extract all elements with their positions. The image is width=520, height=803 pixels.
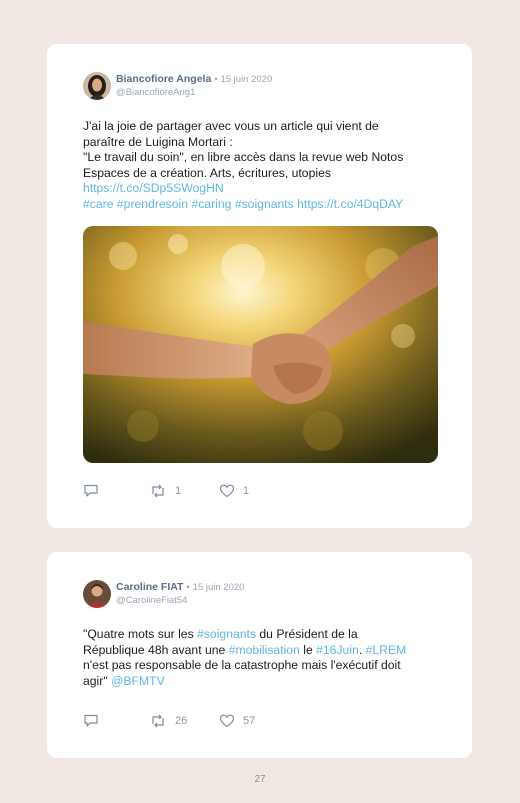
- reply-icon: [83, 714, 99, 728]
- hashtag-link[interactable]: #mobilisation: [229, 643, 300, 657]
- like-count: 1: [243, 485, 250, 497]
- retweet-button[interactable]: 26: [149, 714, 187, 728]
- separator: •: [186, 582, 190, 593]
- reply-button[interactable]: [83, 714, 99, 728]
- hashtag-link[interactable]: #soignants: [235, 197, 294, 211]
- page-number: 27: [254, 774, 266, 785]
- like-button[interactable]: 1: [219, 484, 249, 498]
- author-handle[interactable]: @CarolineFiat54: [116, 595, 187, 606]
- retweet-icon: [149, 714, 167, 728]
- article-link[interactable]: https://t.co/SDp5SWogHN: [83, 181, 224, 195]
- tweet-text: "Quatre mots sur les #soignants du Prési…: [83, 627, 443, 689]
- hashtag-link[interactable]: #16Juin: [316, 643, 359, 657]
- tweet-card[interactable]: Biancofiore Angela • 15 juin 2020 @Bianc…: [47, 44, 472, 528]
- author-name[interactable]: Caroline FIAT: [116, 581, 183, 593]
- like-button[interactable]: 57: [219, 714, 255, 728]
- tweet-text-segment: République 48h avant une: [83, 642, 229, 657]
- tweet-line: J'ai la joie de partager avec vous un ar…: [83, 119, 379, 133]
- tweet-photo[interactable]: [83, 226, 438, 463]
- tweet-text: J'ai la joie de partager avec vous un ar…: [83, 119, 443, 213]
- tweet-text-segment: le: [299, 642, 317, 657]
- tweet-text-segment: du Président de la: [256, 627, 358, 641]
- retweet-button[interactable]: 1: [149, 484, 181, 498]
- tweet-header: Biancofiore Angela • 15 juin 2020: [116, 73, 272, 86]
- tweet-date[interactable]: 15 juin 2020: [193, 582, 245, 593]
- tweet-text-segment: .: [358, 642, 366, 657]
- hashtag-link[interactable]: #care: [83, 197, 114, 211]
- retweet-count: 1: [175, 485, 182, 497]
- retweet-icon: [149, 484, 167, 498]
- heart-icon: [219, 484, 235, 498]
- hashtag-link[interactable]: #soignants: [197, 627, 256, 641]
- separator: •: [214, 74, 218, 85]
- reply-icon: [83, 484, 99, 498]
- tweet-actions: 1 1: [83, 484, 283, 500]
- tweet-actions: 26 57: [83, 714, 283, 730]
- tweet-line: "Le travail du soin", en libre accès dan…: [83, 150, 404, 165]
- like-count: 57: [243, 715, 256, 727]
- avatar[interactable]: [83, 72, 111, 100]
- tweet-text-segment: "Quatre mots sur les: [83, 627, 198, 641]
- tweet-date[interactable]: 15 juin 2020: [220, 74, 272, 85]
- retweet-count: 26: [175, 715, 188, 727]
- tweet-header: Caroline FIAT • 15 juin 2020: [116, 581, 244, 594]
- author-handle[interactable]: @BiancofioreAng1: [116, 87, 195, 98]
- hashtag-link[interactable]: #prendresoin: [117, 197, 188, 211]
- avatar[interactable]: [83, 580, 111, 608]
- tweet-line: n'est pas responsable de la catastrophe …: [83, 658, 401, 673]
- tweet-line: paraître de Luigina Mortari :: [83, 134, 233, 149]
- hashtag-link[interactable]: #LREM: [366, 643, 407, 657]
- trailing-link[interactable]: https://t.co/4DqDAY: [297, 197, 403, 211]
- mention-link[interactable]: @BFMTV: [111, 674, 165, 688]
- hashtag-link[interactable]: #caring: [191, 197, 231, 211]
- tweet-line: Espaces de a création. Arts, écritures, …: [83, 165, 331, 180]
- reply-button[interactable]: [83, 484, 99, 498]
- tweet-text-segment: agir": [83, 673, 112, 688]
- author-name[interactable]: Biancofiore Angela: [116, 73, 211, 85]
- heart-icon: [219, 714, 235, 728]
- tweet-card[interactable]: Caroline FIAT • 15 juin 2020 @CarolineFi…: [47, 552, 472, 758]
